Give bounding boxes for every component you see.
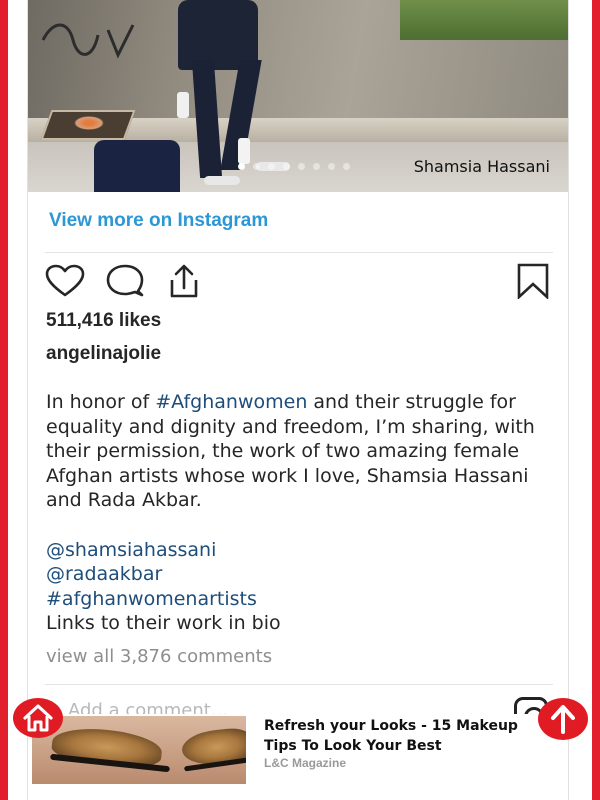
left-frame-border bbox=[0, 0, 8, 800]
graffiti-marks bbox=[41, 23, 135, 59]
carousel-dot[interactable] bbox=[268, 163, 275, 170]
caption-text: In honor of bbox=[46, 391, 156, 413]
arrow-up-icon bbox=[551, 705, 575, 734]
artist-shoe bbox=[204, 176, 240, 185]
instagram-embed-card: Shamsia Hassani View more on Instagram 5 bbox=[27, 0, 569, 800]
mention-link[interactable]: @shamsiahassani bbox=[46, 538, 566, 563]
carousel-indicator bbox=[238, 163, 350, 170]
hashtag-link[interactable]: #afghanwomenartists bbox=[46, 587, 566, 612]
water-bottle bbox=[238, 138, 250, 164]
post-username[interactable]: angelinajolie bbox=[46, 343, 161, 365]
paint-bottle bbox=[177, 92, 189, 118]
image-credit: Shamsia Hassani bbox=[413, 157, 550, 176]
caption-main: In honor of #Afghanwomen and their strug… bbox=[46, 390, 566, 513]
ad-source: L&C Magazine bbox=[264, 756, 347, 770]
ad-banner[interactable]: Refresh your Looks - 15 Makeup Tips To L… bbox=[32, 714, 552, 786]
hashtag-link[interactable]: #Afghanwomen bbox=[155, 391, 307, 413]
scroll-to-top-button[interactable] bbox=[538, 698, 588, 740]
share-upload-icon bbox=[170, 264, 198, 298]
carousel-dot[interactable] bbox=[298, 163, 305, 170]
ad-title[interactable]: Refresh your Looks - 15 Makeup Tips To L… bbox=[264, 716, 554, 756]
view-all-comments-link[interactable]: view all 3,876 comments bbox=[46, 646, 272, 667]
post-image[interactable]: Shamsia Hassani bbox=[28, 0, 568, 192]
backpack bbox=[94, 140, 180, 192]
share-button[interactable] bbox=[164, 263, 204, 299]
likes-count[interactable]: 511,416 likes bbox=[46, 310, 161, 332]
home-icon bbox=[23, 704, 53, 732]
right-frame-border bbox=[592, 0, 600, 800]
mention-link[interactable]: @radaakbar bbox=[46, 562, 566, 587]
post-caption: In honor of #Afghanwomen and their strug… bbox=[46, 390, 566, 636]
carousel-dot[interactable] bbox=[328, 163, 335, 170]
like-button[interactable] bbox=[45, 263, 85, 299]
carousel-dot[interactable] bbox=[253, 163, 260, 170]
carousel-dot[interactable] bbox=[238, 163, 245, 170]
divider bbox=[45, 252, 553, 253]
comment-bubble-icon bbox=[106, 264, 144, 297]
paint-tray-colors bbox=[74, 116, 104, 130]
ad-image[interactable] bbox=[32, 716, 246, 784]
carousel-dot[interactable] bbox=[343, 163, 350, 170]
save-button[interactable] bbox=[513, 263, 553, 299]
post-actions-bar bbox=[45, 263, 553, 299]
home-button[interactable] bbox=[13, 698, 63, 738]
carousel-dot[interactable] bbox=[313, 163, 320, 170]
caption-note: Links to their work in bio bbox=[46, 612, 281, 635]
view-more-on-instagram-link[interactable]: View more on Instagram bbox=[49, 210, 268, 232]
heart-icon bbox=[45, 264, 85, 297]
bookmark-icon bbox=[517, 263, 549, 299]
carousel-dot[interactable] bbox=[283, 163, 290, 170]
comment-button[interactable] bbox=[105, 263, 145, 299]
grass-area bbox=[400, 0, 568, 40]
divider bbox=[45, 684, 553, 685]
